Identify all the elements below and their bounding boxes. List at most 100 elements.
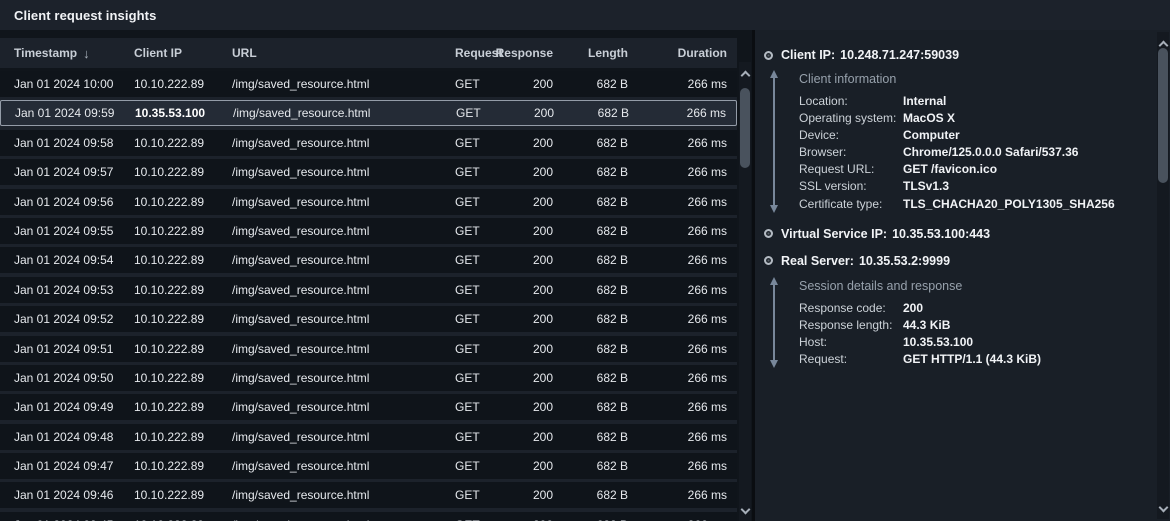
column-header-timestamp[interactable]: Timestamp ↓ [14, 46, 134, 61]
cell-response: 200 [505, 430, 553, 444]
cell-length: 682 B [553, 459, 628, 473]
field-label: Location: [799, 95, 903, 108]
scroll-up-icon[interactable] [740, 71, 750, 81]
detail-field: Device: Computer [799, 129, 1144, 142]
table-row[interactable]: Jan 01 2024 09:59 10.35.53.100 /img/save… [0, 100, 737, 126]
hop-value: 10.248.71.247:59039 [840, 48, 959, 62]
cell-duration: 266 ms [628, 77, 727, 91]
cell-length: 682 B [553, 136, 628, 150]
field-label: Response code: [799, 302, 903, 315]
table-row[interactable]: Jan 01 2024 09:55 10.10.222.89 /img/save… [0, 218, 737, 244]
table-row[interactable]: Jan 01 2024 09:52 10.10.222.89 /img/save… [0, 306, 737, 332]
table-scrollbar-thumb[interactable] [740, 88, 750, 168]
cell-timestamp: Jan 01 2024 09:57 [14, 165, 134, 179]
field-value: 44.3 KiB [903, 319, 950, 332]
cell-response: 200 [505, 488, 553, 502]
real-server-hop: Real Server: 10.35.53.2:9999 [764, 254, 1144, 268]
cell-request: GET [455, 488, 505, 502]
detail-field: Response length: 44.3 KiB [799, 319, 1144, 332]
client-request-insights-window: Client request insights Timestamp ↓ Clie… [0, 0, 1170, 521]
column-header-length[interactable]: Length [553, 46, 628, 60]
request-table-pane: Timestamp ↓ Client IP URL Request Respon… [0, 30, 753, 521]
cell-client-ip: 10.10.222.89 [134, 136, 232, 150]
detail-field: Request: GET HTTP/1.1 (44.3 KiB) [799, 353, 1144, 366]
detail-field: Host: 10.35.53.100 [799, 336, 1144, 349]
cell-client-ip: 10.10.222.89 [134, 371, 232, 385]
table-row[interactable]: Jan 01 2024 10:00 10.10.222.89 /img/save… [0, 71, 737, 97]
table-row[interactable]: Jan 01 2024 09:57 10.10.222.89 /img/save… [0, 159, 737, 185]
field-label: Request URL: [799, 163, 903, 176]
column-header-response[interactable]: Response [505, 46, 553, 60]
cell-timestamp: Jan 01 2024 09:54 [14, 253, 134, 267]
field-value: GET HTTP/1.1 (44.3 KiB) [903, 353, 1041, 366]
table-scrollbar[interactable] [739, 62, 751, 521]
cell-timestamp: Jan 01 2024 09:51 [14, 342, 134, 356]
field-value: 10.35.53.100 [903, 336, 973, 349]
cell-length: 682 B [553, 77, 628, 91]
field-value: 200 [903, 302, 923, 315]
hop-label: Real Server: [781, 254, 854, 268]
table-row[interactable]: Jan 01 2024 09:56 10.10.222.89 /img/save… [0, 189, 737, 215]
table-row[interactable]: Jan 01 2024 09:50 10.10.222.89 /img/save… [0, 365, 737, 391]
cell-request: GET [455, 430, 505, 444]
column-header-duration[interactable]: Duration [628, 46, 727, 60]
detail-field: Operating system: MacOS X [799, 112, 1144, 125]
cell-client-ip: 10.10.222.89 [134, 400, 232, 414]
cell-response: 200 [506, 106, 554, 120]
cell-length: 682 B [553, 312, 628, 326]
field-label: Certificate type: [799, 198, 903, 211]
cell-timestamp: Jan 01 2024 09:53 [14, 283, 134, 297]
scroll-down-icon[interactable] [1158, 503, 1168, 513]
cell-response: 200 [505, 224, 553, 238]
flow-arrow-icon [767, 69, 780, 215]
cell-url: /img/saved_resource.html [232, 253, 455, 267]
cell-url: /img/saved_resource.html [232, 400, 455, 414]
scroll-down-icon[interactable] [740, 505, 750, 515]
field-label: Operating system: [799, 112, 903, 125]
cell-response: 200 [505, 136, 553, 150]
table-row[interactable]: Jan 01 2024 09:48 10.10.222.89 /img/save… [0, 424, 737, 450]
cell-request: GET [455, 77, 505, 91]
cell-response: 200 [505, 459, 553, 473]
cell-length: 682 B [553, 195, 628, 209]
cell-response: 200 [505, 195, 553, 209]
cell-length: 682 B [553, 400, 628, 414]
table-row[interactable]: Jan 01 2024 09:46 10.10.222.89 /img/save… [0, 482, 737, 508]
cell-length: 682 B [553, 488, 628, 502]
cell-request: GET [455, 195, 505, 209]
field-value: MacOS X [903, 112, 955, 125]
column-header-url[interactable]: URL [232, 46, 455, 60]
column-header-client-ip[interactable]: Client IP [134, 46, 232, 60]
cell-request: GET [455, 224, 505, 238]
cell-duration: 266 ms [628, 136, 727, 150]
cell-length: 682 B [553, 253, 628, 267]
table-row[interactable]: Jan 01 2024 09:47 10.10.222.89 /img/save… [0, 453, 737, 479]
cell-timestamp: Jan 01 2024 09:59 [15, 106, 135, 120]
cell-length: 682 B [553, 342, 628, 356]
cell-length: 682 B [553, 371, 628, 385]
field-label: SSL version: [799, 180, 903, 193]
cell-client-ip: 10.10.222.89 [134, 253, 232, 267]
cell-request: GET [455, 312, 505, 326]
detail-scrollbar-thumb[interactable] [1158, 48, 1168, 183]
table-row[interactable]: Jan 01 2024 09:45 10.10.222.89 /img/save… [0, 512, 737, 521]
table-row[interactable]: Jan 01 2024 09:53 10.10.222.89 /img/save… [0, 277, 737, 303]
cell-request: GET [455, 459, 505, 473]
table-row[interactable]: Jan 01 2024 09:58 10.10.222.89 /img/save… [0, 130, 737, 156]
cell-length: 682 B [553, 165, 628, 179]
cell-url: /img/saved_resource.html [232, 342, 455, 356]
hop-label: Client IP: [781, 48, 835, 62]
field-label: Response length: [799, 319, 903, 332]
cell-response: 200 [505, 253, 553, 267]
cell-client-ip: 10.10.222.89 [134, 342, 232, 356]
field-label: Host: [799, 336, 903, 349]
table-row[interactable]: Jan 01 2024 09:49 10.10.222.89 /img/save… [0, 394, 737, 420]
table-row[interactable]: Jan 01 2024 09:51 10.10.222.89 /img/save… [0, 336, 737, 362]
field-label: Browser: [799, 146, 903, 159]
title-bar: Client request insights [0, 0, 1170, 30]
cell-duration: 266 ms [628, 342, 727, 356]
sort-descending-icon: ↓ [83, 46, 90, 61]
table-row[interactable]: Jan 01 2024 09:54 10.10.222.89 /img/save… [0, 247, 737, 273]
detail-scrollbar[interactable] [1157, 32, 1169, 519]
cell-duration: 266 ms [628, 283, 727, 297]
